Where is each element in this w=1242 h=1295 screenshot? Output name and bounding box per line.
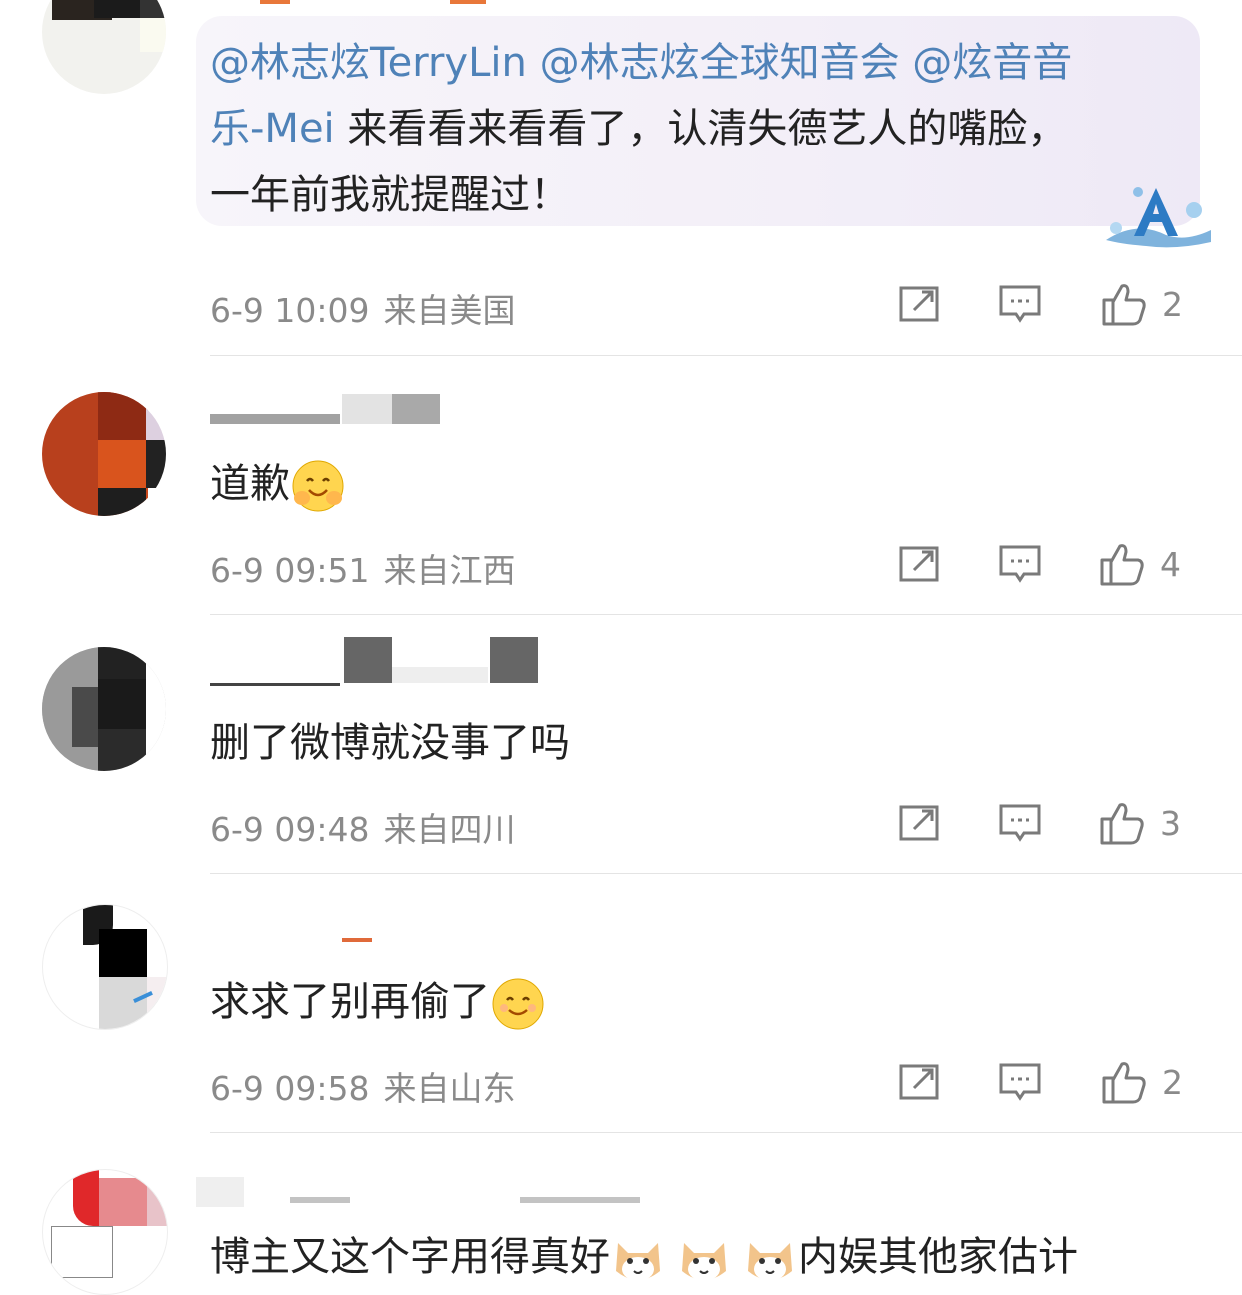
comment-text[interactable]: 求求了别再偷了: [210, 976, 546, 1032]
comment-meta: 6-9 09:48 来自四川: [210, 803, 516, 851]
avatar[interactable]: [42, 647, 166, 771]
like-count: 2: [1162, 284, 1183, 324]
avatar[interactable]: [42, 0, 166, 94]
comment-button[interactable]: [998, 1060, 1042, 1104]
comment-item[interactable]: 删了微博就没事了吗 6-9 09:48 来自四川 3: [0, 615, 1242, 874]
share-button[interactable]: [898, 282, 942, 326]
like-icon: [1102, 1062, 1146, 1104]
comment-text-content: 道歉: [210, 461, 290, 507]
like-button[interactable]: 2: [1100, 282, 1183, 326]
comment-actions: 2: [898, 282, 1198, 326]
comment-actions: 2: [898, 1060, 1198, 1104]
comment-date: 6-9 10:09: [210, 291, 370, 330]
comment-text[interactable]: 博主又这个字用得真好 内娱其他家估计: [210, 1231, 1078, 1287]
mention-link[interactable]: 乐-Mei: [210, 106, 335, 152]
share-icon: [899, 1064, 939, 1100]
comment-date: 6-9 09:51: [210, 551, 370, 590]
comment-date: 6-9 09:58: [210, 1069, 370, 1108]
share-icon: [899, 286, 939, 322]
comment-item[interactable]: 博主又这个字用得真好 内娱其他家估计: [0, 1133, 1242, 1295]
like-button[interactable]: 4: [1098, 542, 1181, 586]
comment-text-content: 内娱其他家估计: [798, 1234, 1078, 1280]
comment-text[interactable]: @林志炫TerryLin @林志炫全球知音会 @炫音音 乐-Mei 来看看来看看…: [210, 30, 1170, 228]
comment-text[interactable]: 删了微博就没事了吗: [210, 719, 570, 767]
comment-location: 来自四川: [383, 810, 516, 849]
mention-links[interactable]: @林志炫TerryLin @林志炫全球知音会 @炫音音: [210, 40, 1072, 86]
hug-emoji: [292, 460, 344, 512]
comment-meta: 6-9 10:09 来自美国: [210, 284, 516, 332]
comment-text-part: 来看看来看看了，认清失德艺人的嘴脸，: [334, 106, 1068, 152]
share-button[interactable]: [898, 1060, 942, 1104]
comment-icon: [999, 1063, 1041, 1101]
comment-meta: 6-9 09:58 来自山东: [210, 1062, 516, 1110]
username-redacted: [210, 936, 372, 966]
comment-text-content: 删了微博就没事了吗: [210, 720, 570, 766]
comment-button[interactable]: [998, 801, 1042, 845]
comment-item[interactable]: 道歉 6-9 09:51 来自江西 4: [0, 356, 1242, 615]
cat-emoji: [748, 1243, 792, 1281]
like-icon: [1100, 544, 1144, 586]
like-icon: [1100, 803, 1144, 845]
comment-button[interactable]: [998, 282, 1042, 326]
comment-location: 来自江西: [383, 551, 516, 590]
like-icon: [1102, 284, 1146, 326]
avatar[interactable]: [42, 904, 168, 1030]
comment-actions: 3: [898, 801, 1198, 845]
comment-item[interactable]: @林志炫TerryLin @林志炫全球知音会 @炫音音 乐-Mei 来看看来看看…: [0, 0, 1242, 356]
share-icon: [899, 546, 939, 582]
share-button[interactable]: [898, 801, 942, 845]
like-count: 3: [1160, 803, 1181, 843]
comment-icon: [999, 285, 1041, 323]
comment-location: 来自美国: [383, 291, 516, 330]
username-redacted: [210, 394, 450, 424]
avatar[interactable]: [42, 392, 166, 516]
like-button[interactable]: 2: [1100, 1060, 1183, 1104]
like-button[interactable]: 3: [1098, 801, 1181, 845]
cat-emoji: [682, 1243, 726, 1281]
comment-text-content: 博主又这个字用得真好: [210, 1234, 610, 1280]
comment-text-content: 求求了别再偷了: [210, 979, 490, 1025]
avatar[interactable]: [42, 1169, 168, 1295]
comment-text-part: 一年前我就提醒过！: [210, 172, 570, 218]
share-button[interactable]: [898, 542, 942, 586]
comment-icon: [999, 804, 1041, 842]
cat-emoji: [616, 1243, 660, 1281]
comment-date: 6-9 09:48: [210, 810, 370, 849]
comment-actions: 4: [898, 542, 1198, 586]
comment-item[interactable]: 求求了别再偷了 6-9 09:58 来自山东 2: [0, 874, 1242, 1133]
comment-icon: [999, 545, 1041, 583]
comment-text[interactable]: 道歉: [210, 458, 346, 514]
like-count: 4: [1160, 544, 1181, 584]
username-redacted: [210, 637, 550, 686]
username-redacted: [196, 1177, 650, 1207]
smile-emoji: [492, 978, 544, 1030]
comment-button[interactable]: [998, 542, 1042, 586]
member-badge-icon: [1106, 187, 1211, 248]
like-count: 2: [1162, 1062, 1183, 1102]
share-icon: [899, 805, 939, 841]
comment-meta: 6-9 09:51 来自江西: [210, 544, 516, 592]
comment-location: 来自山东: [383, 1069, 516, 1108]
